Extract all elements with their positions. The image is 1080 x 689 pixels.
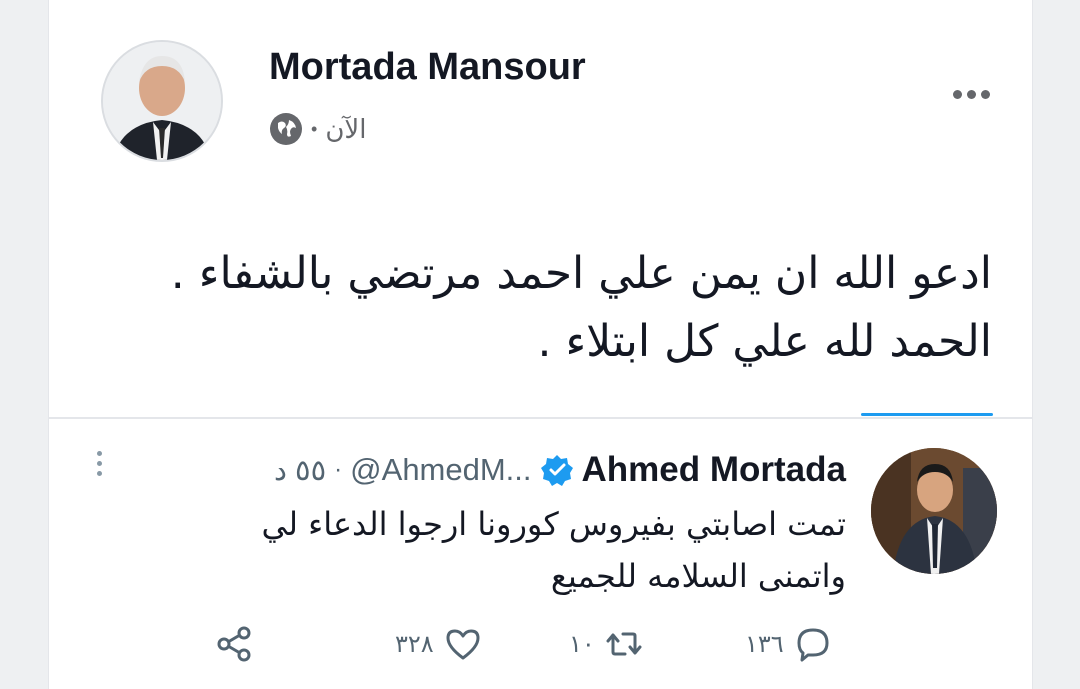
retweet-button[interactable]: ١٠ [569, 625, 643, 663]
divider [49, 417, 1032, 419]
reply-icon [797, 628, 829, 662]
post-meta: • الآن [269, 112, 366, 146]
tweet-text-line: واتمنى السلامه للجميع [550, 557, 846, 595]
post-timestamp[interactable]: الآن [325, 114, 366, 145]
share-button[interactable] [215, 625, 253, 663]
tweet-separator: · [334, 456, 343, 483]
tweet-handle[interactable]: @AhmedM... [350, 452, 531, 488]
tweet-author-name[interactable]: Ahmed Mortada [582, 450, 846, 490]
tweet-header: ٥٥ د · @AhmedM... Ahmed Mortada [274, 450, 846, 490]
share-icon [217, 626, 251, 662]
tweet-time[interactable]: ٥٥ د [274, 453, 326, 488]
tweet-actions: ١٣٦ ١٠ ٣٢٨ [209, 625, 849, 671]
post-body: ادعو الله ان يمن علي احمد مرتضي بالشفاء … [112, 240, 992, 376]
author-avatar[interactable] [101, 40, 223, 162]
globe-icon [270, 113, 302, 145]
tweet-menu-icon[interactable] [97, 451, 102, 476]
reply-button[interactable]: ١٣٦ [745, 625, 832, 663]
tweet-text-line: تمت اصابتي بفيروس كورونا ارجوا الدعاء لي [261, 505, 846, 543]
like-icon [446, 629, 480, 660]
retweet-icon [606, 632, 642, 656]
tweet-body: تمت اصابتي بفيروس كورونا ارجوا الدعاء لي… [166, 498, 846, 602]
divider-accent [861, 413, 993, 416]
post-author-name[interactable]: Mortada Mansour [269, 46, 586, 89]
verified-badge-icon [540, 455, 573, 486]
tweet-author-avatar[interactable] [871, 448, 997, 574]
more-options-icon[interactable] [947, 84, 996, 105]
reply-count: ١٣٦ [745, 630, 784, 658]
post-text-line: الحمد لله علي كل ابتلاء . [537, 316, 992, 367]
post-text-line: ادعو الله ان يمن علي احمد مرتضي بالشفاء … [170, 248, 992, 299]
meta-separator: • [311, 118, 318, 139]
post-card: Mortada Mansour • الآن ادعو الله ان يمن … [48, 0, 1033, 689]
like-button[interactable]: ٣٢٨ [395, 625, 482, 663]
retweet-count: ١٠ [569, 630, 595, 658]
like-count: ٣٢٨ [395, 630, 434, 658]
